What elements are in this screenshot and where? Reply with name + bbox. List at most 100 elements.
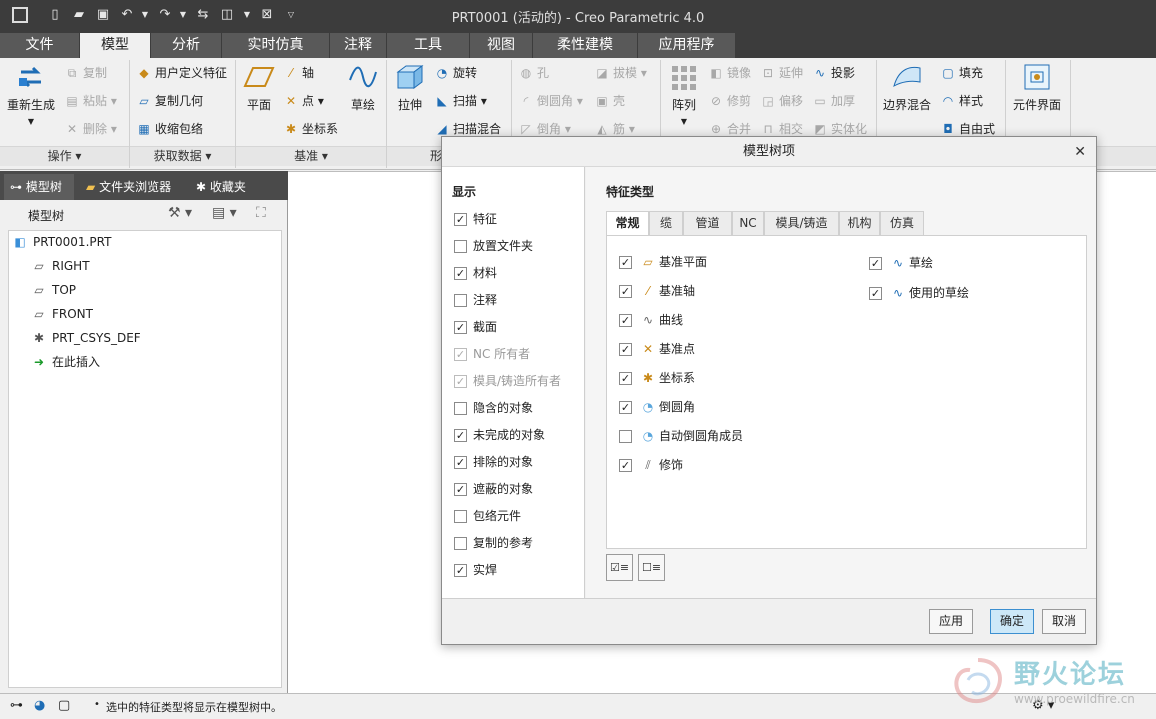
feature-tab-piping[interactable]: 管道 (683, 211, 732, 235)
feature-checkbox[interactable]: ✓ (619, 343, 632, 356)
component-interface-button[interactable]: 元件界面 (1010, 62, 1064, 113)
sketch-button[interactable]: 草绘 (344, 62, 382, 113)
style-button[interactable]: ◠ 样式 (940, 93, 983, 109)
feature-checkbox[interactable]: ✓ (869, 257, 882, 270)
tab-favorites[interactable]: ✱ 收藏夹 (190, 174, 260, 200)
display-checkbox[interactable]: ✓ (454, 456, 467, 469)
tree-columns-icon[interactable]: ▤ ▾ (212, 205, 237, 221)
feature-tab-general[interactable]: 常规 (606, 211, 649, 235)
feature-tab-mechanism[interactable]: 机构 (839, 211, 880, 235)
plane-button[interactable]: 平面 (240, 62, 278, 113)
tree-item-front[interactable]: ▱ FRONT (31, 303, 93, 325)
tab-live-simulation[interactable]: 实时仿真 (222, 33, 330, 58)
project-button[interactable]: ∿ 投影 (812, 65, 855, 81)
freestyle-button[interactable]: ◘ 自由式 (940, 121, 995, 137)
revolve-button[interactable]: ◔ 旋转 (434, 65, 477, 81)
tab-file[interactable]: 文件 (0, 33, 80, 58)
tree-item-part[interactable]: ◧ PRT0001.PRT (12, 231, 111, 253)
feature-checkbox[interactable]: ✓ (619, 459, 632, 472)
tree-settings-icon[interactable]: ⚒ ▾ (168, 205, 192, 221)
tab-tools[interactable]: 工具 (387, 33, 470, 58)
shell-button[interactable]: ▣ 壳 (594, 93, 625, 109)
intersect-button[interactable]: ⊓ 相交 (760, 121, 803, 137)
browser-toggle-icon[interactable]: ◕ (34, 698, 45, 713)
paste-button[interactable]: ▤ 粘贴 ▾ (64, 93, 117, 109)
close-icon[interactable]: ✕ (1074, 137, 1086, 167)
display-checkbox[interactable] (454, 510, 467, 523)
group-get-data[interactable]: 获取数据 ▾ (130, 146, 235, 166)
round-button[interactable]: ◜ 倒圆角 ▾ (518, 93, 583, 109)
swept-blend-button[interactable]: ◢ 扫描混合 (434, 121, 501, 137)
csys-button[interactable]: ✱ 坐标系 (283, 121, 338, 137)
tab-view[interactable]: 视图 (470, 33, 533, 58)
feature-checkbox[interactable]: ✓ (619, 372, 632, 385)
feature-checkbox[interactable] (619, 430, 632, 443)
pattern-button[interactable]: 阵列 ▼ (664, 62, 704, 127)
display-checkbox[interactable]: ✓ (454, 429, 467, 442)
fullscreen-icon[interactable]: ▢ (58, 698, 70, 713)
tab-annotate[interactable]: 注释 (330, 33, 387, 58)
sweep-button[interactable]: ◣ 扫描 ▾ (434, 93, 486, 109)
display-checkbox[interactable]: ✓ (454, 213, 467, 226)
tab-analysis[interactable]: 分析 (151, 33, 222, 58)
feature-tab-cabling[interactable]: 缆 (649, 211, 683, 235)
tree-item-right[interactable]: ▱ RIGHT (31, 255, 89, 277)
thicken-button[interactable]: ▭ 加厚 (812, 93, 855, 109)
tab-applications[interactable]: 应用程序 (638, 33, 736, 58)
rib-button[interactable]: ◭ 筋 ▾ (594, 121, 634, 137)
solidify-button[interactable]: ◩ 实体化 (812, 121, 867, 137)
offset-button[interactable]: ◲ 偏移 (760, 93, 803, 109)
cancel-button[interactable]: 取消 (1042, 609, 1086, 634)
hole-button[interactable]: ◍ 孔 (518, 65, 549, 81)
copy-button[interactable]: ⧉ 复制 (64, 65, 107, 81)
feature-checkbox[interactable]: ✓ (619, 401, 632, 414)
fill-button[interactable]: ▢ 填充 (940, 65, 983, 81)
group-operations[interactable]: 操作 ▾ (0, 146, 129, 166)
tab-model[interactable]: 模型 (80, 33, 151, 58)
pattern-dropdown-icon[interactable]: ▼ (681, 117, 687, 126)
feature-checkbox[interactable]: ✓ (619, 314, 632, 327)
apply-button[interactable]: 应用 (929, 609, 973, 634)
feature-tab-mold-casting[interactable]: 模具/铸造 (764, 211, 839, 235)
chamfer-button[interactable]: ◸ 倒角 ▾ (518, 121, 570, 137)
axis-button[interactable]: ⁄ 轴 (283, 65, 314, 81)
tree-item-csys[interactable]: ✱ PRT_CSYS_DEF (31, 327, 141, 349)
extend-button[interactable]: ⊡ 延伸 (760, 65, 803, 81)
tab-flexible-modeling[interactable]: 柔性建模 (533, 33, 638, 58)
display-checkbox[interactable]: ✓ (454, 321, 467, 334)
display-checkbox[interactable] (454, 240, 467, 253)
user-defined-feature-button[interactable]: ◆ 用户定义特征 (136, 65, 227, 81)
tab-model-tree[interactable]: ⊶ 模型树 (4, 174, 74, 200)
feature-checkbox[interactable]: ✓ (619, 256, 632, 269)
feature-checkbox[interactable]: ✓ (619, 285, 632, 298)
display-checkbox[interactable] (454, 402, 467, 415)
point-button[interactable]: ✕ 点 ▾ (283, 93, 324, 109)
feature-tab-nc[interactable]: NC (732, 211, 764, 235)
group-datum[interactable]: 基准 ▾ (236, 146, 386, 166)
tree-item-insert-here[interactable]: ➜ 在此插入 (31, 351, 100, 373)
delete-button[interactable]: ✕ 删除 ▾ (64, 121, 117, 137)
regenerate-dropdown-icon[interactable]: ▼ (28, 117, 34, 126)
clear-all-button[interactable]: ☐≡ (638, 554, 665, 581)
display-checkbox[interactable] (454, 294, 467, 307)
copy-geometry-button[interactable]: ▱ 复制几何 (136, 93, 203, 109)
boundary-blend-button[interactable]: 边界混合 (880, 62, 934, 113)
display-checkbox[interactable]: ✓ (454, 564, 467, 577)
display-checkbox[interactable]: ✓ (454, 267, 467, 280)
display-checkbox[interactable] (454, 537, 467, 550)
tree-item-top[interactable]: ▱ TOP (31, 279, 76, 301)
ok-button[interactable]: 确定 (990, 609, 1034, 634)
display-checkbox[interactable]: ✓ (454, 483, 467, 496)
select-all-button[interactable]: ☑≡ (606, 554, 633, 581)
tree-filter-icon[interactable]: ⛶ (256, 205, 266, 221)
extrude-button[interactable]: 拉伸 (390, 62, 430, 113)
feature-checkbox[interactable]: ✓ (869, 287, 882, 300)
navigator-toggle-icon[interactable]: ⊶ (10, 698, 23, 713)
mirror-button[interactable]: ◧ 镜像 (708, 65, 751, 81)
merge-button[interactable]: ⊕ 合并 (708, 121, 751, 137)
tab-folder-browser[interactable]: ▰ 文件夹浏览器 (80, 174, 186, 200)
feature-tab-simulation[interactable]: 仿真 (880, 211, 924, 235)
shrinkwrap-button[interactable]: ▦ 收缩包络 (136, 121, 203, 137)
draft-button[interactable]: ◪ 拔模 ▾ (594, 65, 647, 81)
regenerate-button[interactable]: 重新生成 ▼ (4, 62, 58, 127)
